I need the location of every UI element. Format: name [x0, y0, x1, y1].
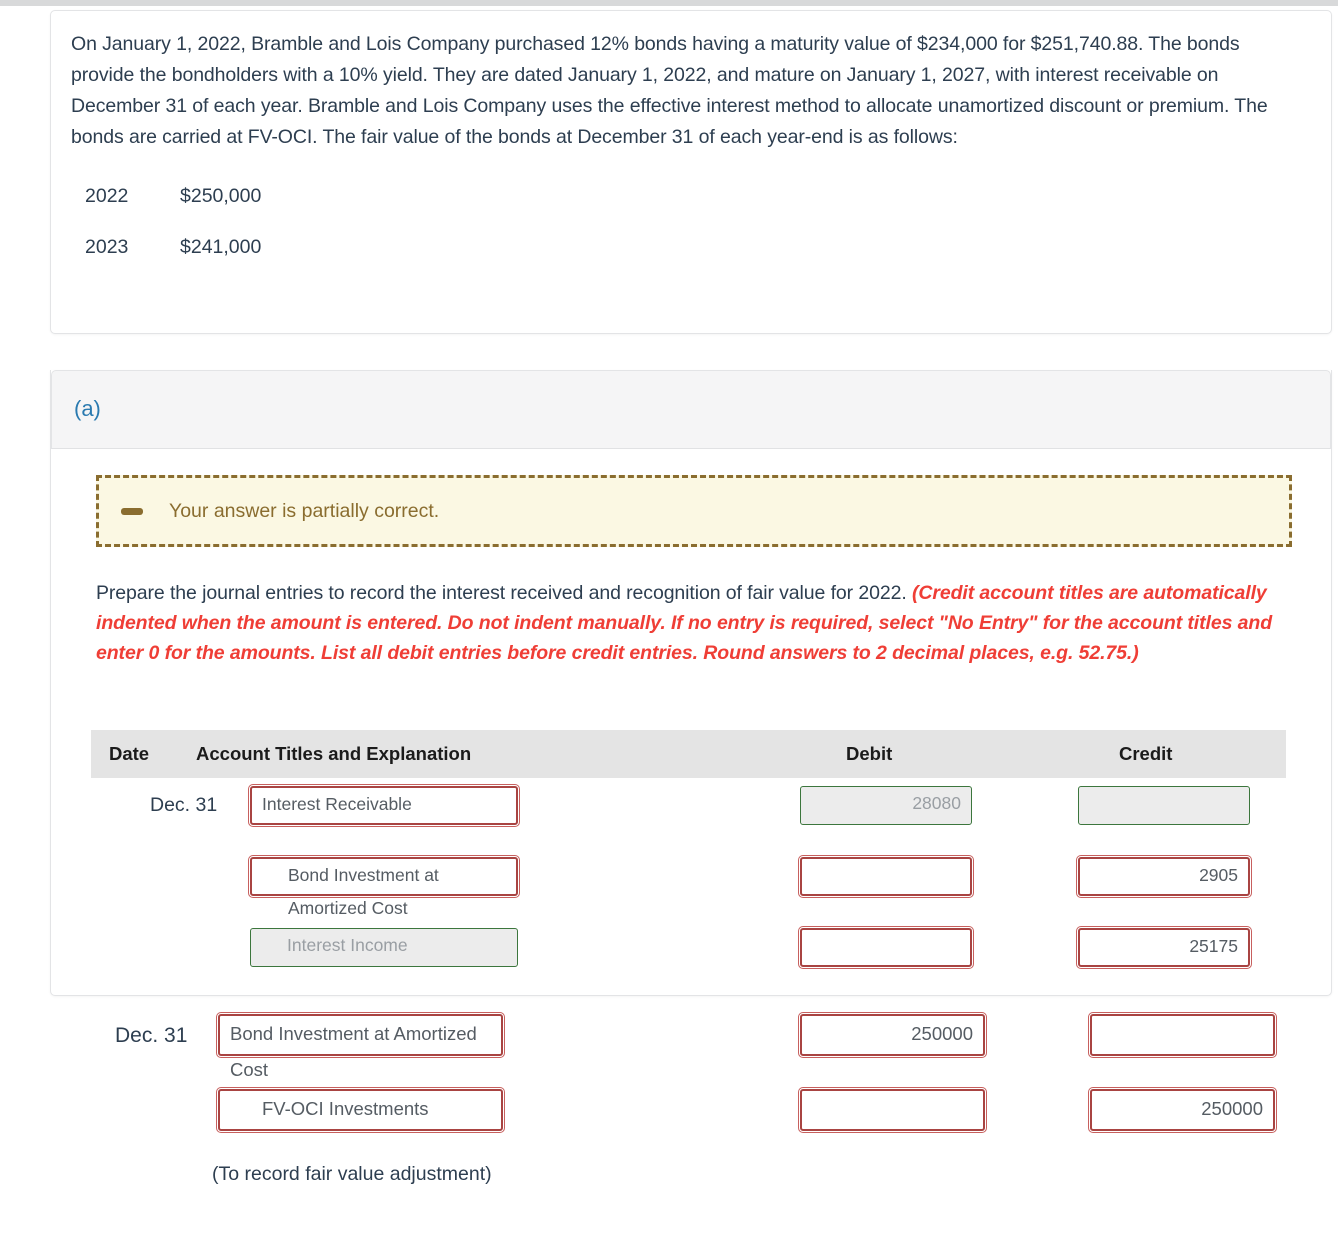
debit-amount-input[interactable] [798, 1087, 987, 1133]
problem-statement-card: On January 1, 2022, Bramble and Lois Com… [50, 10, 1332, 334]
credit-amount-input[interactable]: 2905 [1076, 855, 1252, 898]
alert-message: Your answer is partially correct. [169, 499, 440, 522]
part-a-card: (a) Your answer is partially correct. Pr… [50, 370, 1332, 996]
fair-value-row: 2023 $241,000 [85, 232, 261, 263]
top-scrollbar-strip [0, 0, 1338, 6]
account-title-input[interactable]: Interest Receivable [248, 784, 520, 827]
fair-value-year: 2022 [85, 185, 129, 207]
account-title-input[interactable]: Bond Investment at Amortized Cost [248, 855, 520, 918]
account-title-input[interactable]: FV-OCI Investments [216, 1087, 505, 1133]
fair-value-year: 2023 [85, 236, 129, 258]
journal-row: Dec. 31 Interest Receivable 28080 [0, 784, 1338, 831]
account-title-input[interactable]: Bond Investment at Amortized Cost [216, 1012, 505, 1080]
instruction-paragraph: Prepare the journal entries to record th… [96, 578, 1296, 668]
credit-amount-input[interactable] [1078, 786, 1250, 825]
fair-value-row: 2022 $250,000 [85, 181, 261, 212]
credit-amount-input[interactable]: 250000 [1088, 1087, 1277, 1133]
part-a-label: (a) [74, 396, 101, 421]
journal-row: FV-OCI Investments 250000 [0, 1087, 1338, 1137]
entry-memo: (To record fair value adjustment) [212, 1163, 492, 1185]
account-title-input[interactable]: Interest Income [250, 928, 518, 967]
entry-date: Dec. 31 [115, 1024, 188, 1047]
minus-icon [121, 507, 143, 515]
column-header-date: Date [109, 743, 150, 764]
column-header-credit: Credit [1119, 743, 1173, 764]
journal-row: Bond Investment at Amortized Cost 2905 [0, 855, 1338, 918]
credit-amount-input[interactable] [1088, 1012, 1277, 1058]
entry-date: Dec. 31 [150, 794, 218, 816]
debit-amount-input[interactable] [798, 855, 974, 898]
part-a-header: (a) [51, 370, 1331, 449]
instruction-plain-text: Prepare the journal entries to record th… [96, 582, 912, 604]
credit-amount-input[interactable]: 25175 [1076, 926, 1252, 969]
debit-amount-input[interactable] [798, 926, 974, 969]
problem-statement-text: On January 1, 2022, Bramble and Lois Com… [71, 33, 1268, 148]
partial-correct-alert: Your answer is partially correct. [96, 475, 1292, 547]
fair-value-amount: $241,000 [180, 236, 262, 258]
column-header-account: Account Titles and Explanation [196, 743, 472, 764]
journal-row: Dec. 31 Bond Investment at Amortized Cos… [0, 1012, 1338, 1080]
journal-table-header: Date Account Titles and Explanation Debi… [91, 730, 1286, 778]
fair-value-amount: $250,000 [180, 185, 262, 207]
journal-row: Interest Income 25175 [0, 926, 1338, 973]
fair-value-table: 2022 $250,000 2023 $241,000 [85, 181, 261, 283]
debit-amount-input[interactable]: 28080 [800, 786, 972, 825]
column-header-debit: Debit [846, 743, 893, 764]
debit-amount-input[interactable]: 250000 [798, 1012, 987, 1058]
